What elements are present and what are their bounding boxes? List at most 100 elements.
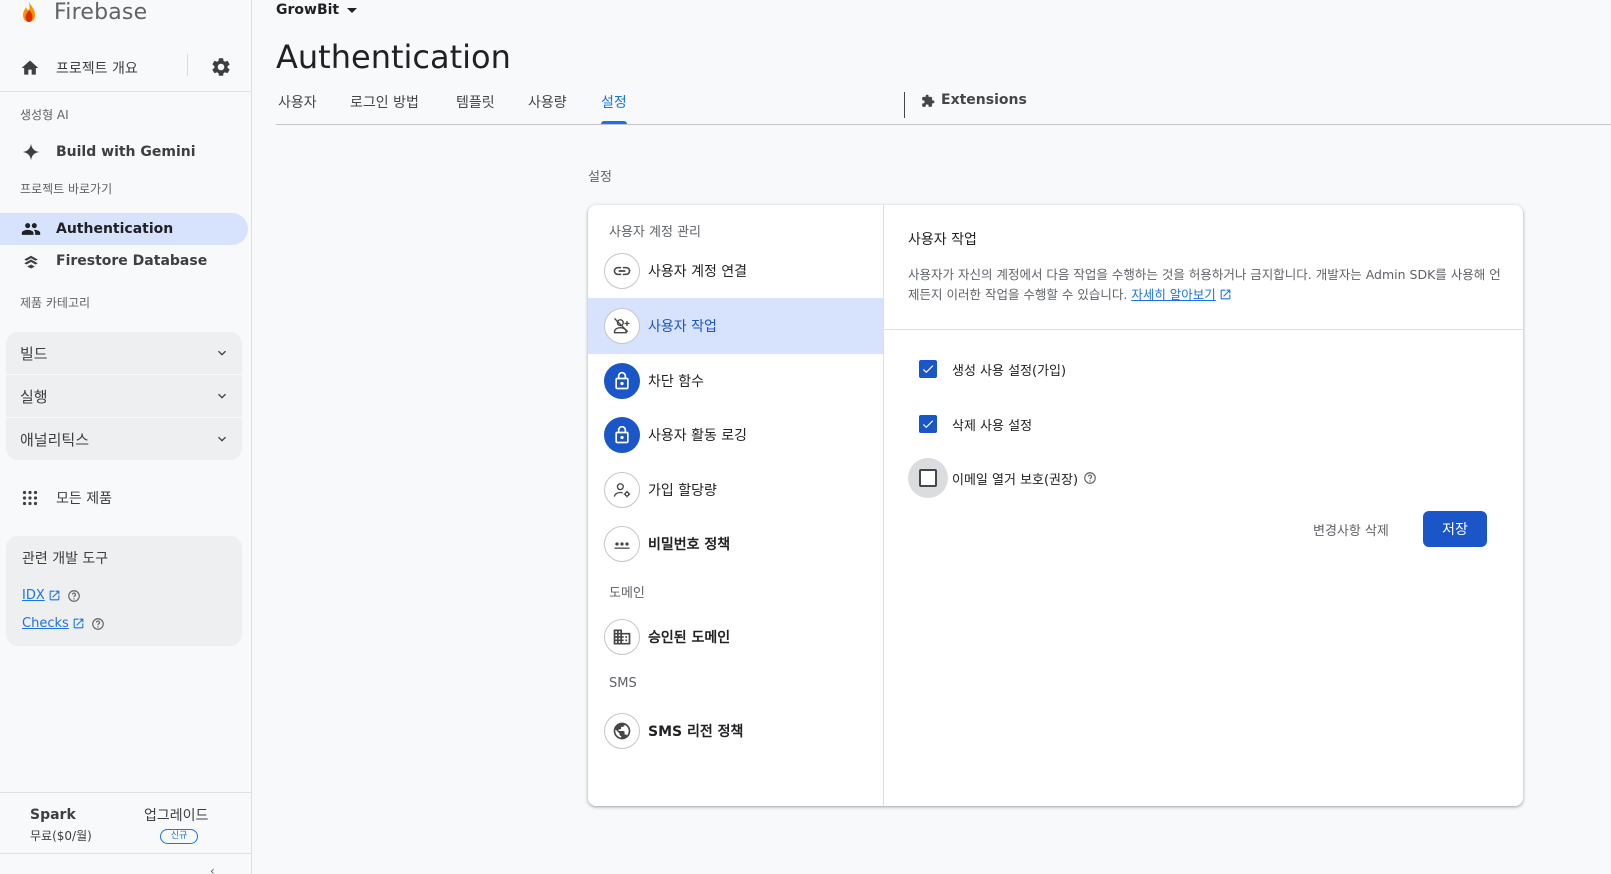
settings-detail: 사용자 작업 사용자가 자신의 계정에서 다음 작업을 수행하는 것을 허용하거…	[884, 205, 1523, 806]
tab-bar: 사용자 로그인 방법 템플릿 사용량 설정 Extensions	[276, 92, 1611, 125]
tool-checks: Checks	[22, 616, 105, 631]
help-icon[interactable]	[91, 617, 105, 631]
option-email-enumeration-protection: 이메일 열거 보호(권장)	[908, 458, 1097, 498]
project-name: GrowBit	[276, 2, 340, 18]
all-products-link[interactable]: 모든 제품	[0, 482, 112, 514]
option-label-text: 이메일 열거 보호(권장)	[952, 472, 1079, 488]
checkbox-checked[interactable]	[919, 360, 937, 378]
group-label-domain: 도메인	[609, 586, 645, 601]
settings-item-label: 가입 할당량	[648, 483, 717, 499]
tab-settings[interactable]: 설정	[601, 92, 627, 124]
chevron-down-icon	[218, 393, 226, 399]
settings-item-sms-region-policy[interactable]: SMS 리전 정책	[588, 703, 883, 759]
section-label-genai: 생성형 AI	[20, 108, 69, 122]
plan-name: Spark	[30, 807, 76, 823]
caret-down-icon	[347, 7, 358, 13]
sidebar-item-label: Build with Gemini	[56, 144, 196, 160]
settings-item-label: 사용자 활동 로깅	[648, 428, 748, 444]
product-categories: 빌드 실행 애널리틱스	[6, 332, 242, 460]
billing-plan: Spark 무료($0/월) 업그레이드 신규	[0, 792, 251, 854]
help-icon[interactable]	[67, 589, 81, 603]
main-content: GrowBit Authentication 사용자 로그인 방법 템플릿 사용…	[252, 0, 1611, 874]
section-label-categories: 제품 카테고리	[20, 296, 91, 310]
help-icon[interactable]	[1083, 471, 1097, 485]
settings-item-label: 사용자 계정 연결	[648, 264, 748, 280]
category-build[interactable]: 빌드	[6, 332, 242, 374]
chevron-left-icon[interactable]: ‹	[210, 864, 215, 874]
settings-item-label: SMS 리전 정책	[648, 724, 744, 740]
checkbox-unchecked[interactable]	[919, 469, 937, 487]
external-link-icon	[1220, 289, 1231, 300]
project-overview-link[interactable]: 프로젝트 개요	[56, 58, 138, 78]
settings-item-label: 비밀번호 정책	[648, 537, 731, 553]
dev-tools-title: 관련 개발 도구	[22, 551, 109, 567]
people-icon	[20, 218, 42, 240]
tab-sign-in-method[interactable]: 로그인 방법	[350, 92, 419, 124]
domain-building-icon	[604, 619, 640, 655]
project-switcher[interactable]: GrowBit	[276, 2, 358, 18]
tab-usage[interactable]: 사용량	[528, 92, 567, 124]
chevron-down-icon	[218, 436, 226, 442]
user-settings-icon	[604, 472, 640, 508]
settings-item-signup-quota[interactable]: 가입 할당량	[588, 462, 883, 518]
settings-item-user-activity-logging[interactable]: 사용자 활동 로깅	[588, 407, 883, 463]
option-label: 이메일 열거 보호(권장)	[952, 469, 1097, 488]
settings-item-label: 승인된 도메인	[648, 630, 731, 646]
sidebar-item-label: Firestore Database	[56, 253, 208, 269]
settings-item-account-linking[interactable]: 사용자 계정 연결	[588, 243, 883, 299]
discard-changes-button[interactable]: 변경사항 삭제	[1313, 520, 1389, 539]
sidebar-item-authentication[interactable]: Authentication	[0, 213, 248, 245]
settings-item-user-actions[interactable]: 사용자 작업	[588, 298, 883, 354]
sidebar-item-build-with-gemini[interactable]: Build with Gemini	[0, 136, 248, 168]
extensions-icon	[922, 94, 935, 107]
brand-name: Firebase	[54, 0, 148, 25]
settings-nav: 사용자 계정 관리 사용자 계정 연결 사용자 작업 차단 함수 사용자 활동 …	[588, 205, 884, 806]
divider	[904, 92, 905, 118]
tab-templates[interactable]: 템플릿	[456, 92, 495, 124]
settings-item-blocking-functions[interactable]: 차단 함수	[588, 353, 883, 409]
option-enable-delete: 삭제 사용 설정	[908, 404, 1032, 444]
checkbox-target[interactable]	[908, 458, 948, 498]
settings-section-label: 설정	[588, 170, 612, 185]
password-dots-icon	[604, 526, 640, 562]
save-button[interactable]: 저장	[1423, 511, 1487, 547]
divider	[187, 54, 188, 76]
category-analytics[interactable]: 애널리틱스	[6, 418, 242, 460]
learn-more-link[interactable]: 자세히 알아보기	[1131, 287, 1215, 302]
section-label-shortcuts: 프로젝트 바로가기	[20, 182, 113, 196]
option-enable-create: 생성 사용 설정(가입)	[908, 349, 1066, 389]
settings-item-authorized-domains[interactable]: 승인된 도메인	[588, 609, 883, 665]
external-link-icon	[73, 618, 84, 629]
tool-idx: IDX	[22, 588, 81, 603]
sparkle-icon	[20, 141, 42, 163]
checkbox-target[interactable]	[908, 349, 948, 389]
firebase-brand[interactable]: Firebase	[20, 0, 148, 25]
group-label-account: 사용자 계정 관리	[609, 225, 701, 240]
firebase-flame-icon	[20, 1, 38, 23]
category-label: 빌드	[20, 344, 48, 363]
sidebar-item-firestore[interactable]: Firestore Database	[0, 245, 248, 277]
sidebar: Firebase 프로젝트 개요 생성형 AI Build with Gemin…	[0, 0, 252, 874]
detail-description: 사용자가 자신의 계정에서 다음 작업을 수행하는 것을 허용하거나 금지합니다…	[908, 265, 1508, 305]
checkbox-target[interactable]	[908, 404, 948, 444]
category-run[interactable]: 실행	[6, 375, 242, 417]
category-label: 애널리틱스	[20, 430, 90, 449]
dev-tools-box: 관련 개발 도구 IDX Checks	[6, 536, 242, 646]
checks-link[interactable]: Checks	[22, 616, 69, 631]
upgrade-button[interactable]: 업그레이드	[144, 805, 208, 825]
group-label-sms: SMS	[609, 676, 637, 691]
checkbox-checked[interactable]	[919, 415, 937, 433]
gear-icon[interactable]	[210, 56, 232, 78]
firestore-icon	[20, 250, 42, 272]
settings-item-password-policy[interactable]: 비밀번호 정책	[588, 516, 883, 572]
new-badge: 신규	[160, 829, 198, 844]
apps-grid-icon	[22, 490, 38, 506]
idx-link[interactable]: IDX	[22, 588, 45, 603]
option-label: 생성 사용 설정(가입)	[952, 363, 1067, 379]
settings-item-label: 차단 함수	[648, 374, 704, 390]
tab-extensions[interactable]: Extensions	[921, 92, 1027, 108]
project-overview-row: 프로젝트 개요	[0, 44, 251, 92]
settings-item-label: 사용자 작업	[648, 319, 717, 335]
option-label: 삭제 사용 설정	[952, 418, 1033, 434]
tab-users[interactable]: 사용자	[278, 92, 317, 124]
